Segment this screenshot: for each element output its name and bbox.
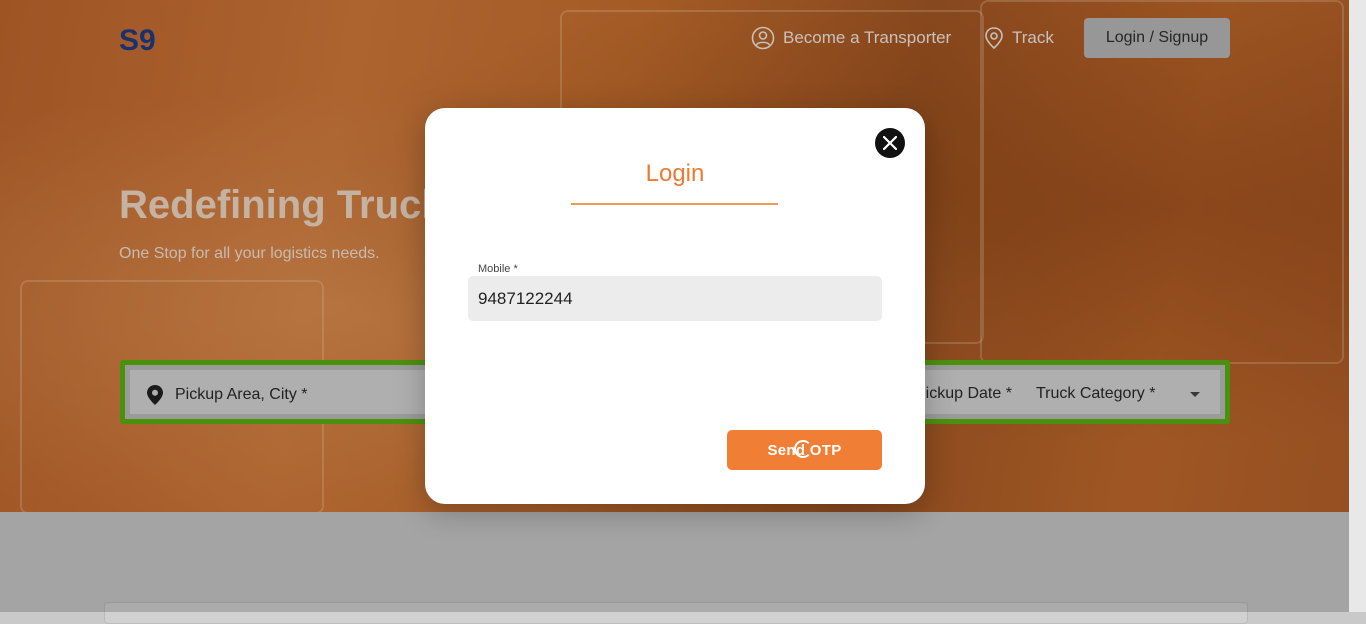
- loading-spinner-icon: [794, 440, 812, 458]
- close-button[interactable]: [875, 128, 905, 158]
- login-modal: Login Mobile * Send OTP: [425, 108, 925, 504]
- page-scrollbar[interactable]: [1349, 0, 1366, 612]
- title-underline: [571, 203, 778, 205]
- modal-title: Login: [645, 160, 705, 187]
- mobile-field-label: Mobile *: [478, 263, 518, 275]
- mobile-input[interactable]: [468, 276, 882, 321]
- close-icon: [883, 136, 897, 150]
